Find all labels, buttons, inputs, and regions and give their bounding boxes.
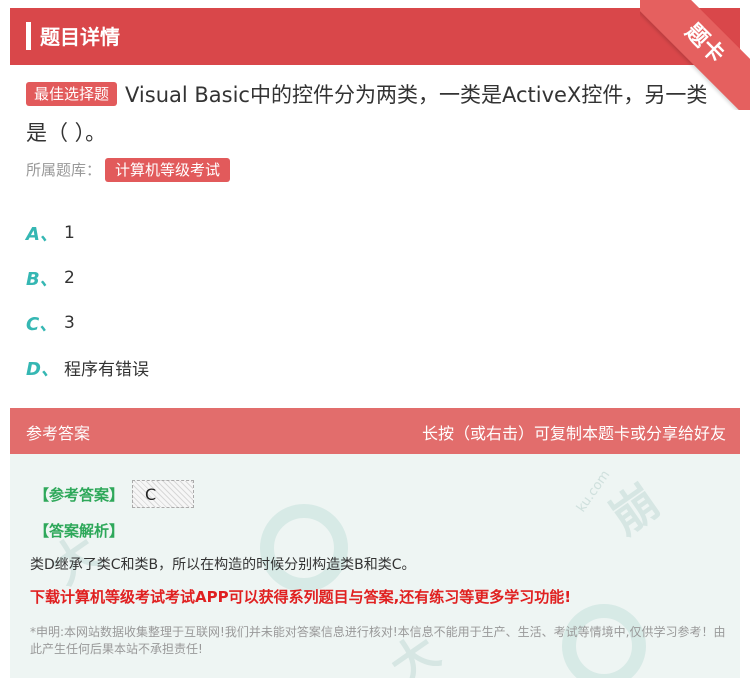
watermark-ring — [260, 504, 348, 592]
option-letter: B、 — [26, 268, 58, 290]
option-text: 3 — [64, 312, 75, 333]
option-text: 程序有错误 — [64, 360, 149, 380]
option-c[interactable]: C、 3 — [26, 300, 149, 345]
option-b[interactable]: B、 2 — [26, 255, 149, 300]
question-stem: 最佳选择题 Visual Basic中的控件分为两类，一类是ActiveX控件，另… — [26, 76, 726, 152]
options-list: A、 1 B、 2 C、 3 D、 程序有错误 — [26, 210, 149, 390]
option-d[interactable]: D、 程序有错误 — [26, 345, 149, 390]
option-letter: C、 — [26, 313, 58, 335]
analysis-label: 【答案解析】 — [34, 522, 125, 540]
question-text: Visual Basic中的控件分为两类，一类是ActiveX控件，另一类是（ … — [26, 83, 708, 145]
page-header: 题目详情 — [10, 8, 740, 65]
option-a[interactable]: A、 1 — [26, 210, 149, 255]
answer-section-header: 参考答案 长按（或右击）可复制本题卡或分享给好友 — [10, 408, 740, 454]
option-text: 2 — [64, 267, 75, 288]
answer-section-body: 大 大 崩 ku.com 【参考答案】 C 【答案解析】 类D继承了类C和类B，… — [10, 454, 740, 678]
bank-label: 所属题库： — [26, 161, 102, 179]
bank-tag[interactable]: 计算机等级考试 — [105, 158, 231, 182]
app-download-link[interactable]: 下载计算机等级考试考试APP可以获得系列题目与答案,还有练习等更多学习功能! — [30, 586, 571, 607]
option-letter: A、 — [26, 223, 58, 245]
question-bank-line: 所属题库： 计算机等级考试 — [26, 158, 231, 182]
reference-answer-image: C — [132, 480, 195, 508]
page-title: 题目详情 — [40, 25, 120, 49]
analysis-text: 类D继承了类C和类B，所以在构造的时候分别构造类B和类C。 — [30, 557, 416, 573]
option-letter: D、 — [26, 358, 59, 380]
question-type-tag: 最佳选择题 — [26, 82, 118, 106]
header-accent-bar — [26, 22, 31, 50]
answer-section-title: 参考答案 — [26, 424, 91, 443]
option-text: 1 — [64, 222, 75, 243]
copy-share-hint: 长按（或右击）可复制本题卡或分享给好友 — [421, 424, 726, 443]
question-card-corner[interactable]: 题卡 — [640, 0, 750, 110]
disclaimer-text: *申明:本网站数据收集整理于互联网!我们并未能对答案信息进行核对!本信息不能用于… — [30, 625, 726, 656]
reference-answer: 【参考答案】 C — [34, 480, 195, 508]
corner-ribbon-label[interactable]: 题卡 — [640, 0, 750, 110]
reference-answer-label: 【参考答案】 — [34, 485, 125, 504]
